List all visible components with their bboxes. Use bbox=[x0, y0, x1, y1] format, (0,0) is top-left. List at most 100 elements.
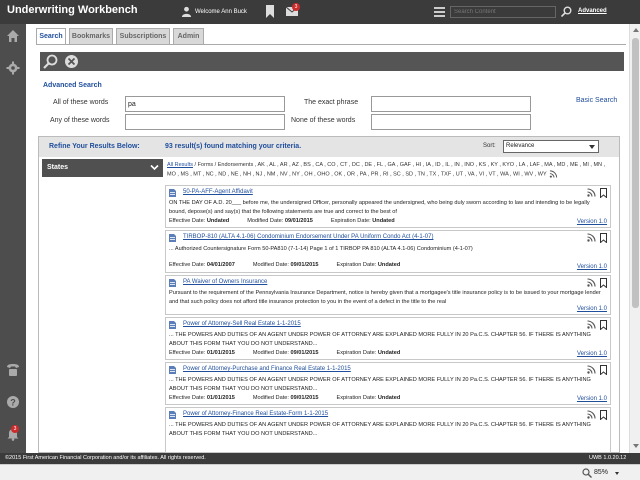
result-snippet: ON THE DAY OF A.D. 20___ before me, the … bbox=[169, 200, 590, 216]
states-facet[interactable]: States bbox=[42, 159, 163, 177]
result-item: 50-PA-AFF-Agent Affidavit ON THE DAY OF A… bbox=[165, 185, 611, 228]
tab-search[interactable]: Search bbox=[36, 28, 66, 45]
result-snippet: Pursuant to the requirement of the Penns… bbox=[169, 290, 601, 306]
bookmark-icon[interactable] bbox=[600, 410, 607, 420]
result-item: TIRBOP-810 (ALTA 4.1-06) Condominium End… bbox=[165, 230, 611, 273]
help-icon[interactable]: ? bbox=[6, 395, 20, 409]
search-input[interactable] bbox=[450, 6, 556, 18]
scroll-thumb[interactable] bbox=[632, 38, 639, 308]
rss-icon[interactable] bbox=[587, 188, 596, 197]
top-bar: Underwriting Workbench Welcome Ann Buck … bbox=[0, 0, 640, 24]
any-words-input[interactable] bbox=[125, 114, 285, 130]
result-version-link[interactable]: Version 1.0 bbox=[577, 351, 607, 357]
result-version-link[interactable]: Version 1.0 bbox=[577, 396, 607, 402]
notification-count-badge: 3 bbox=[11, 425, 19, 433]
result-snippet: ... THE POWERS AND DUTIES OF AN AGENT UN… bbox=[169, 377, 591, 393]
exact-phrase-label: The exact phrase bbox=[304, 99, 359, 106]
app-title: Underwriting Workbench bbox=[7, 4, 138, 16]
effective-date-value: 04/01/2007 bbox=[206, 262, 235, 268]
result-item: Power of Attorney-Finance Real Estate-Fo… bbox=[165, 407, 611, 453]
exact-phrase-input[interactable] bbox=[371, 96, 531, 112]
bookmark-icon[interactable] bbox=[265, 5, 275, 18]
sort-label: Sort: bbox=[483, 143, 496, 149]
basic-search-link[interactable]: Basic Search bbox=[576, 97, 617, 104]
app-version: UWB 1.0.20.12 bbox=[589, 455, 627, 461]
list-view-icon[interactable] bbox=[434, 7, 445, 17]
result-version-link[interactable]: Version 1.0 bbox=[577, 264, 607, 270]
expiration-date-label: Expiration Date: bbox=[336, 395, 377, 401]
search-icon[interactable] bbox=[43, 54, 58, 69]
sort-select[interactable]: Relevance bbox=[503, 140, 599, 153]
rss-icon[interactable] bbox=[587, 365, 596, 374]
all-words-input[interactable] bbox=[125, 96, 285, 112]
result-title-link[interactable]: Power of Attorney-Finance Real Estate-Fo… bbox=[183, 411, 328, 417]
tab-divider bbox=[36, 44, 626, 45]
zoom-icon[interactable] bbox=[582, 468, 592, 478]
advanced-search-link[interactable]: Advanced bbox=[578, 8, 607, 14]
home-icon[interactable] bbox=[6, 29, 20, 43]
refine-bar: Refine Your Results Below: 93 result(s) … bbox=[39, 137, 619, 157]
expiration-date-value: Undated bbox=[377, 262, 401, 268]
tab-bookmarks[interactable]: Bookmarks bbox=[69, 28, 113, 44]
bookmark-icon[interactable] bbox=[600, 233, 607, 243]
scroll-up-icon[interactable] bbox=[633, 28, 639, 32]
rss-icon[interactable] bbox=[549, 170, 558, 178]
search-icon[interactable] bbox=[561, 6, 572, 17]
results-list: All Results / Forms / Endorsements , AK … bbox=[165, 157, 613, 453]
result-title-link[interactable]: Power of Attorney-Purchase and Finance R… bbox=[183, 366, 351, 372]
result-title-link[interactable]: 50-PA-AFF-Agent Affidavit bbox=[183, 189, 253, 195]
result-title-link[interactable]: PA Waiver of Owners Insurance bbox=[183, 279, 267, 285]
tab-subscriptions[interactable]: Subscriptions bbox=[116, 28, 170, 44]
expiration-date-value: Undated bbox=[377, 350, 401, 356]
all-results-link[interactable]: All Results bbox=[167, 162, 193, 168]
results-panel: Refine Your Results Below: 93 result(s) … bbox=[38, 136, 620, 453]
bookmark-icon[interactable] bbox=[600, 365, 607, 375]
gear-icon[interactable] bbox=[6, 61, 20, 75]
document-icon bbox=[169, 234, 176, 242]
result-snippet: ... THE POWERS AND DUTIES OF AN AGENT UN… bbox=[169, 422, 591, 438]
footer: ©2015 First American Financial Corporati… bbox=[0, 453, 640, 464]
result-dates: Effective Date: Undated Modified Date: 09… bbox=[169, 218, 395, 224]
bookmark-icon[interactable] bbox=[600, 278, 607, 288]
scroll-down-icon[interactable] bbox=[633, 444, 639, 448]
bookmark-icon[interactable] bbox=[600, 320, 607, 330]
breadcrumb: All Results / Forms / Endorsements , AK … bbox=[167, 161, 613, 179]
sidebar: ? bbox=[0, 24, 26, 453]
modified-date-value: 09/01/2015 bbox=[284, 218, 313, 224]
result-version-link[interactable]: Version 1.0 bbox=[577, 219, 607, 225]
chevron-down-icon[interactable] bbox=[150, 163, 159, 172]
search-toolbar bbox=[40, 52, 624, 71]
modified-date-value: 09/01/2015 bbox=[290, 262, 319, 268]
clear-icon[interactable] bbox=[64, 54, 79, 69]
any-words-label: Any of these words bbox=[50, 117, 110, 124]
rss-icon[interactable] bbox=[587, 233, 596, 242]
result-title-link[interactable]: Power of Attorney-Sell Real Estate 1-1-2… bbox=[183, 321, 301, 327]
expiration-date-value: Undated bbox=[377, 395, 401, 401]
result-title-link[interactable]: TIRBOP-810 (ALTA 4.1-06) Condominium End… bbox=[183, 234, 433, 240]
phone-icon[interactable] bbox=[6, 363, 20, 377]
rss-icon[interactable] bbox=[587, 410, 596, 419]
result-snippet: ... THE POWERS AND DUTIES OF AN AGENT UN… bbox=[169, 332, 591, 348]
result-dates: Effective Date: 01/01/2015 Modified Date:… bbox=[169, 350, 400, 356]
modified-date-value: 09/01/2015 bbox=[290, 350, 319, 356]
expiration-date-label: Expiration Date: bbox=[330, 218, 371, 224]
result-version-link[interactable]: Version 1.0 bbox=[577, 306, 607, 312]
user-icon[interactable] bbox=[181, 6, 192, 17]
chevron-down-icon bbox=[589, 145, 595, 149]
effective-date-value: Undated bbox=[206, 218, 230, 224]
modified-date-label: Modified Date: bbox=[252, 262, 289, 268]
chevron-down-icon[interactable] bbox=[615, 472, 619, 475]
modified-date-label: Modified Date: bbox=[252, 395, 289, 401]
none-words-input[interactable] bbox=[371, 114, 531, 130]
bookmark-icon[interactable] bbox=[600, 188, 607, 198]
tab-admin[interactable]: Admin bbox=[173, 28, 204, 44]
rss-icon[interactable] bbox=[587, 278, 596, 287]
welcome-text: Welcome Ann Buck bbox=[195, 9, 247, 15]
sort-value: Relevance bbox=[506, 143, 535, 149]
effective-date-label: Effective Date: bbox=[169, 262, 206, 268]
effective-date-value: 01/01/2015 bbox=[206, 350, 235, 356]
page-scrollbar[interactable] bbox=[629, 24, 640, 453]
document-icon bbox=[169, 279, 176, 287]
rss-icon[interactable] bbox=[587, 320, 596, 329]
zoom-level[interactable]: 85% bbox=[594, 469, 608, 476]
